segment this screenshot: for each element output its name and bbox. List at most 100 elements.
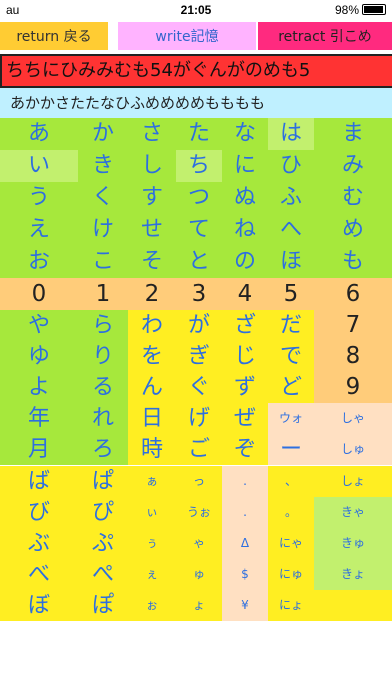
lower-key[interactable]: ウォ [268, 403, 314, 434]
bottom-key[interactable]: ょ [176, 590, 222, 621]
number-key[interactable]: 2 [128, 278, 176, 310]
lower-key[interactable]: ご [176, 434, 222, 465]
lower-key[interactable]: ろ [78, 434, 128, 465]
bottom-key[interactable]: 、 [268, 466, 314, 497]
bottom-key[interactable]: しょ [314, 466, 392, 497]
kana-key[interactable]: あ [0, 118, 78, 150]
kana-key[interactable]: な [222, 118, 268, 150]
kana-key[interactable]: く [78, 182, 128, 214]
lower-key[interactable]: れ [78, 403, 128, 434]
lower-key[interactable]: 日 [128, 403, 176, 434]
kana-key[interactable]: ほ [268, 246, 314, 278]
kana-key[interactable]: み [314, 150, 392, 182]
bottom-key[interactable]: ぺ [78, 559, 128, 590]
bottom-key[interactable]: べ [0, 559, 78, 590]
bottom-key[interactable]: うぉ [176, 497, 222, 528]
lower-key[interactable]: ぞ [222, 434, 268, 465]
bottom-key[interactable]: ば [0, 466, 78, 497]
lower-key[interactable]: ど [268, 372, 314, 403]
lower-key[interactable]: ぜ [222, 403, 268, 434]
bottom-key[interactable]: ぉ [128, 590, 176, 621]
kana-key[interactable]: の [222, 246, 268, 278]
kana-key[interactable]: い [0, 150, 78, 182]
kana-key[interactable]: う [0, 182, 78, 214]
lower-key[interactable]: ゆ [0, 341, 78, 372]
bottom-key[interactable]: きゃ [314, 497, 392, 528]
lower-key[interactable]: げ [176, 403, 222, 434]
write-button[interactable]: write記憶 [118, 22, 256, 50]
bottom-key[interactable]: び [0, 497, 78, 528]
return-button[interactable]: return 戻る [0, 22, 108, 50]
kana-key[interactable]: へ [268, 214, 314, 246]
kana-key[interactable]: た [176, 118, 222, 150]
lower-key[interactable]: しゃ [314, 403, 392, 434]
bottom-key[interactable]: $ [222, 559, 268, 590]
bottom-key[interactable]: . [222, 466, 268, 497]
bottom-key[interactable]: ぼ [0, 590, 78, 621]
bottom-key[interactable]: Δ [222, 528, 268, 559]
kana-key[interactable]: せ [128, 214, 176, 246]
kana-key[interactable]: す [128, 182, 176, 214]
number-key[interactable]: 0 [0, 278, 78, 310]
kana-key[interactable]: ひ [268, 150, 314, 182]
kana-key[interactable]: は [268, 118, 314, 150]
kana-key[interactable]: も [314, 246, 392, 278]
lower-key[interactable]: ぐ [176, 372, 222, 403]
lower-key[interactable]: が [176, 310, 222, 341]
kana-key[interactable]: ね [222, 214, 268, 246]
lower-key[interactable]: を [128, 341, 176, 372]
kana-key[interactable]: ぬ [222, 182, 268, 214]
bottom-key[interactable]: にゃ [268, 528, 314, 559]
kana-key[interactable]: し [128, 150, 176, 182]
lower-key[interactable]: ー [268, 434, 314, 465]
lower-key[interactable]: で [268, 341, 314, 372]
kana-key[interactable]: こ [78, 246, 128, 278]
kana-key[interactable]: ち [176, 150, 222, 182]
lower-key[interactable]: 月 [0, 434, 78, 465]
lower-key[interactable]: だ [268, 310, 314, 341]
bottom-key[interactable]: ゃ [176, 528, 222, 559]
bottom-key[interactable]: きゅ [314, 528, 392, 559]
bottom-key[interactable]: . [222, 497, 268, 528]
kana-key[interactable]: と [176, 246, 222, 278]
bottom-key[interactable]: ぶ [0, 528, 78, 559]
number-key[interactable]: 5 [268, 278, 314, 310]
lower-key[interactable]: ざ [222, 310, 268, 341]
number-key[interactable]: 4 [222, 278, 268, 310]
lower-key[interactable]: よ [0, 372, 78, 403]
bottom-key[interactable]: ぅ [128, 528, 176, 559]
lower-key[interactable]: じ [222, 341, 268, 372]
kana-key[interactable]: そ [128, 246, 176, 278]
lower-key[interactable]: しゅ [314, 434, 392, 465]
kana-key[interactable]: け [78, 214, 128, 246]
kana-key[interactable]: ふ [268, 182, 314, 214]
lower-key[interactable]: 年 [0, 403, 78, 434]
lower-key[interactable]: や [0, 310, 78, 341]
kana-key[interactable]: に [222, 150, 268, 182]
lower-key[interactable]: ん [128, 372, 176, 403]
kana-key[interactable]: き [78, 150, 128, 182]
lower-key[interactable]: り [78, 341, 128, 372]
bottom-key[interactable]: ぷ [78, 528, 128, 559]
bottom-key[interactable]: ぽ [78, 590, 128, 621]
bottom-key[interactable]: ぇ [128, 559, 176, 590]
bottom-key[interactable]: きょ [314, 559, 392, 590]
lower-key[interactable]: わ [128, 310, 176, 341]
number-key[interactable]: 6 [314, 278, 392, 310]
kana-key[interactable]: か [78, 118, 128, 150]
lower-key[interactable]: ら [78, 310, 128, 341]
kana-key[interactable]: つ [176, 182, 222, 214]
lower-key[interactable]: 時 [128, 434, 176, 465]
bottom-key[interactable]: ぃ [128, 497, 176, 528]
retract-button[interactable]: retract 引こめ [258, 22, 392, 50]
lower-key[interactable]: る [78, 372, 128, 403]
bottom-key[interactable]: にゅ [268, 559, 314, 590]
kana-key[interactable]: ま [314, 118, 392, 150]
lower-key[interactable]: 7 [314, 310, 392, 341]
kana-key[interactable]: お [0, 246, 78, 278]
bottom-key[interactable]: にょ [268, 590, 314, 621]
number-key[interactable]: 3 [176, 278, 222, 310]
lower-key[interactable]: ぎ [176, 341, 222, 372]
bottom-key[interactable]: ¥ [222, 590, 268, 621]
bottom-key[interactable]: ぱ [78, 466, 128, 497]
